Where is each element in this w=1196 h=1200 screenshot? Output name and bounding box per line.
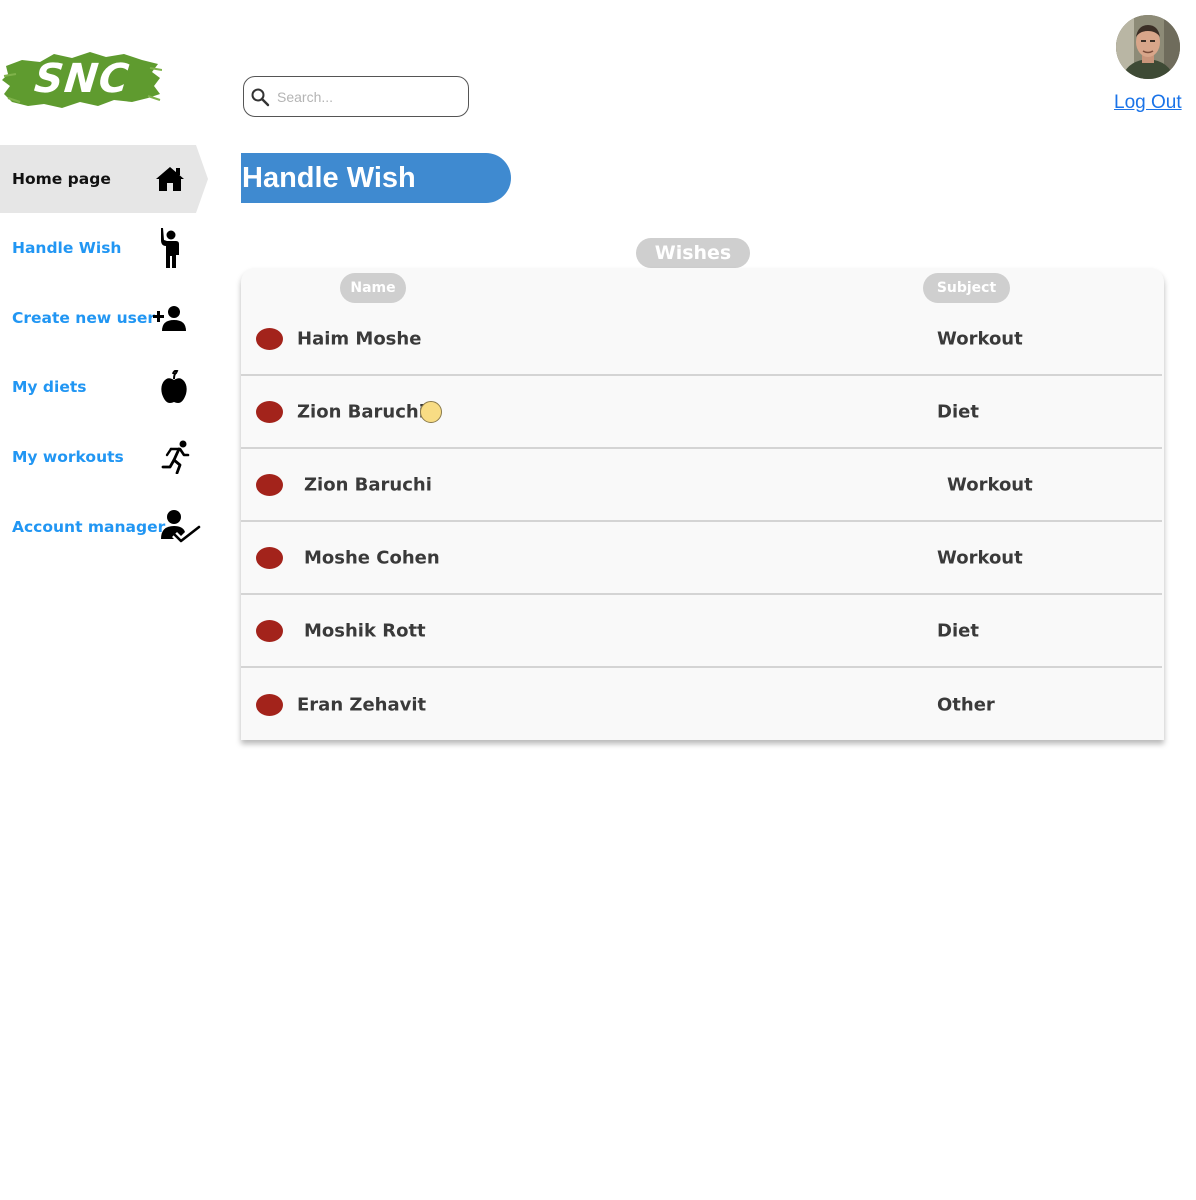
sidebar: Home page Handle Wish Create new user My… xyxy=(0,145,212,562)
table-row[interactable]: Eran Zehavit Other xyxy=(241,668,1162,741)
logout-link[interactable]: Log Out xyxy=(1114,92,1182,114)
table-row[interactable]: Haim Moshe Workout xyxy=(241,303,1162,376)
sidebar-item-account-manager[interactable]: Account manager xyxy=(0,492,212,562)
avatar[interactable] xyxy=(1116,15,1180,79)
status-dot xyxy=(256,400,283,423)
row-name: Zion Baruchi xyxy=(304,474,432,495)
table-row[interactable]: Moshe Cohen Workout xyxy=(241,522,1162,595)
row-subject: Workout xyxy=(937,328,1023,349)
sidebar-item-my-diets[interactable]: My diets xyxy=(0,353,212,423)
search-box[interactable] xyxy=(243,76,469,117)
sidebar-item-label: Handle Wish xyxy=(12,238,122,257)
new-indicator-badge xyxy=(420,400,442,423)
row-subject: Workout xyxy=(947,474,1033,495)
status-dot xyxy=(256,693,283,716)
sidebar-item-label: Home page xyxy=(12,170,111,188)
sidebar-item-label: My workouts xyxy=(12,448,124,467)
search-input[interactable] xyxy=(277,88,457,105)
wishes-table: Name Subject Haim Moshe Workout Zion Bar… xyxy=(241,268,1164,740)
row-subject: Diet xyxy=(937,620,979,641)
column-header-name[interactable]: Name xyxy=(340,273,406,303)
sidebar-item-home-page[interactable]: Home page xyxy=(0,145,208,213)
table-row[interactable]: Moshik Rott Diet xyxy=(241,595,1162,668)
status-dot xyxy=(256,619,283,642)
table-row[interactable]: Zion Baruchi Diet xyxy=(241,376,1162,449)
page-title: Handle Wish xyxy=(241,153,511,203)
row-name: Eran Zehavit xyxy=(297,694,427,715)
table-row[interactable]: Zion Baruchi Workout xyxy=(241,449,1162,522)
apple-icon xyxy=(160,370,188,404)
row-name: Haim Moshe xyxy=(297,328,422,349)
row-subject: Diet xyxy=(937,401,979,422)
sidebar-item-label: Account manager xyxy=(12,518,166,537)
snc-logo[interactable]: SNC xyxy=(2,46,162,112)
logo-text: SNC xyxy=(32,56,132,102)
sidebar-item-label: My diets xyxy=(12,378,87,397)
column-header-subject[interactable]: Subject xyxy=(923,273,1010,303)
status-dot xyxy=(256,473,283,496)
sidebar-item-create-new-user[interactable]: Create new user xyxy=(0,283,212,353)
row-subject: Workout xyxy=(937,547,1023,568)
search-icon xyxy=(249,86,271,108)
add-user-icon xyxy=(153,304,187,332)
row-name: Moshe Cohen xyxy=(304,547,440,568)
page-title-text: Handle Wish xyxy=(242,161,416,194)
row-name: Moshik Rott xyxy=(304,620,426,641)
avatar-photo xyxy=(1116,15,1180,79)
sidebar-item-my-workouts[interactable]: My workouts xyxy=(0,422,212,492)
row-name: Zion Baruchi xyxy=(297,401,425,422)
home-icon xyxy=(155,165,185,193)
status-dot xyxy=(256,546,283,569)
raised-hand-person-icon xyxy=(158,226,182,270)
running-person-icon xyxy=(161,440,191,475)
status-dot xyxy=(256,327,283,350)
row-subject: Other xyxy=(937,694,995,715)
sidebar-item-label: Create new user xyxy=(12,308,155,327)
sidebar-item-handle-wish[interactable]: Handle Wish xyxy=(0,213,212,283)
user-check-icon xyxy=(161,509,201,545)
wishes-section-label: Wishes xyxy=(636,238,750,268)
